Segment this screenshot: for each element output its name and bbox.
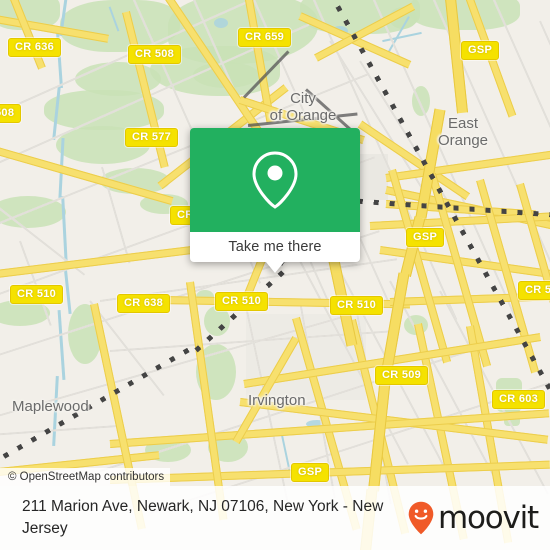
place-label-irvington: Irvington xyxy=(248,392,306,409)
road-shield[interactable]: CR 659 xyxy=(238,28,292,47)
road-shield[interactable]: CR 510 xyxy=(330,296,384,315)
place-label-line: Irvington xyxy=(248,392,306,409)
road-shield[interactable]: CR 603 xyxy=(492,390,546,409)
pond xyxy=(214,18,228,28)
moovit-smiling-pin-icon xyxy=(408,501,434,535)
road-shield[interactable]: CR 509 xyxy=(375,366,429,385)
popup-pointer-tail xyxy=(266,262,284,273)
address-label: 211 Marion Ave, Newark, NJ 07106, New Yo… xyxy=(22,498,384,537)
road-shield[interactable]: CR 50 xyxy=(518,281,550,300)
place-label-city-of-orange: City of Orange xyxy=(270,90,337,124)
road-cr510-west xyxy=(0,245,199,280)
take-me-there-button[interactable]: Take me there xyxy=(228,239,321,255)
road-shield[interactable]: GSP xyxy=(291,463,330,482)
river xyxy=(63,263,72,315)
road-shield[interactable]: CR 636 xyxy=(8,38,62,57)
road-shield[interactable]: CR 510 xyxy=(215,292,269,311)
place-label-line: East xyxy=(447,115,479,132)
road-shield[interactable]: CR 577 xyxy=(125,128,179,147)
moovit-wordmark: moovit xyxy=(437,499,539,536)
river xyxy=(57,309,66,381)
road-shield[interactable]: CR 508 xyxy=(128,45,182,64)
place-label-maplewood: Maplewood xyxy=(12,398,89,415)
place-label-line: of Orange xyxy=(269,107,337,124)
road-shield[interactable]: GSP xyxy=(406,228,445,247)
road-shield[interactable]: CR 638 xyxy=(117,294,171,313)
location-pin-icon xyxy=(252,151,298,209)
place-label-east-orange: East Orange xyxy=(438,115,488,149)
attribution-text: © OpenStreetMap contributors xyxy=(8,471,165,483)
moovit-logo[interactable]: moovit xyxy=(408,499,539,536)
bottom-info-bar: 211 Marion Ave, Newark, NJ 07106, New Yo… xyxy=(0,486,550,550)
place-label-line: Orange xyxy=(437,132,489,149)
popup-header xyxy=(190,128,360,232)
osm-attribution[interactable]: © OpenStreetMap contributors xyxy=(0,468,171,486)
popup-footer[interactable]: Take me there xyxy=(190,232,360,273)
place-label-line: City xyxy=(290,90,316,107)
road-shield[interactable]: GSP xyxy=(461,41,500,60)
map-screenshot: City of Orange East Orange Maplewood Irv… xyxy=(0,0,550,550)
road-shield[interactable]: CR 510 xyxy=(10,285,64,304)
map-marker-popup[interactable]: Take me there xyxy=(190,128,360,273)
place-label-line: Maplewood xyxy=(12,398,89,415)
road-shield[interactable]: 508 xyxy=(0,104,22,123)
